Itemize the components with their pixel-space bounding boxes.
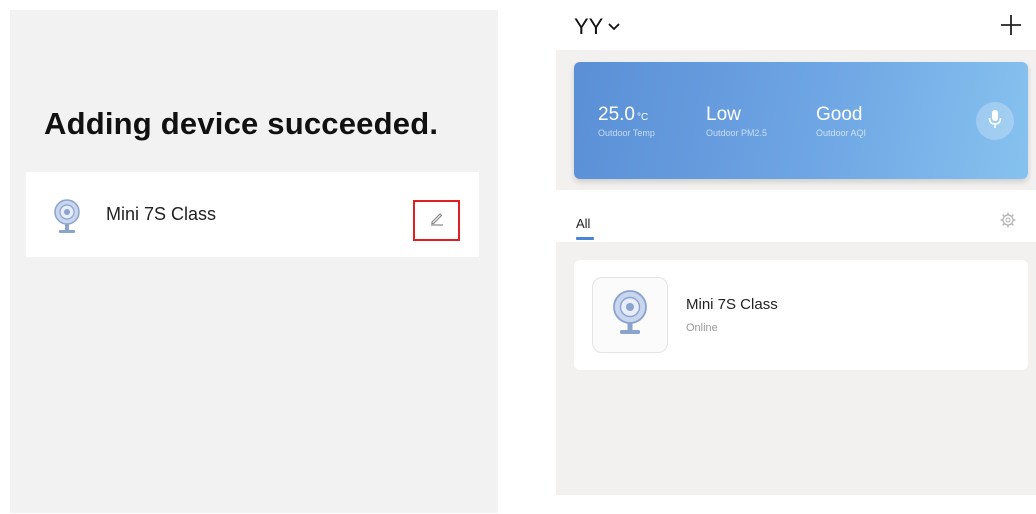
temp-label: Outdoor Temp [598,128,655,138]
top-bar: YY [556,10,1036,50]
gear-icon[interactable] [1000,212,1016,228]
weather-banner: 25.0 °C Outdoor Temp Low Outdoor PM2.5 Go… [574,62,1028,179]
home-screen: YY 25.0 °C Outdoor Temp Low Outdoor PM2.5 [556,10,1036,495]
pencil-icon [429,210,445,231]
camera-icon [610,289,650,342]
outdoor-aqi: Good Outdoor AQI [816,104,866,138]
device-status: Online [686,322,718,334]
voice-button[interactable] [976,102,1014,140]
device-tile[interactable]: Mini 7S Class Online [574,260,1028,370]
temp-value: 25.0 [598,104,635,125]
home-selector[interactable]: YY [574,14,620,40]
active-tab-indicator [576,237,594,240]
microphone-icon [988,109,1002,134]
room-tabs: All [556,190,1036,242]
chevron-down-icon [608,18,620,36]
temp-unit: °C [636,112,649,123]
aqi-value: Good [816,104,863,125]
device-name: Mini 7S Class [106,204,217,224]
edit-device-name-button[interactable] [413,200,460,241]
outdoor-pm25: Low Outdoor PM2.5 [706,104,767,138]
aqi-label: Outdoor AQI [816,128,867,138]
added-device-card: Mini 7S Class [26,172,479,257]
pm-value: Low [706,104,741,125]
device-thumbnail [592,277,668,353]
add-device-button[interactable] [996,12,1026,42]
page-title: Adding device succeeded. [44,106,439,141]
outdoor-temp: 25.0 °C Outdoor Temp [598,104,655,138]
add-device-success-screen: Adding device succeeded. Mini 7S Class [10,10,498,513]
plus-icon [1000,14,1022,41]
pm-label: Outdoor PM2.5 [706,128,768,138]
device-name: Mini 7S Class [686,296,778,313]
home-name: YY [574,14,604,39]
camera-icon [52,199,82,235]
tab-all[interactable]: All [576,216,590,231]
